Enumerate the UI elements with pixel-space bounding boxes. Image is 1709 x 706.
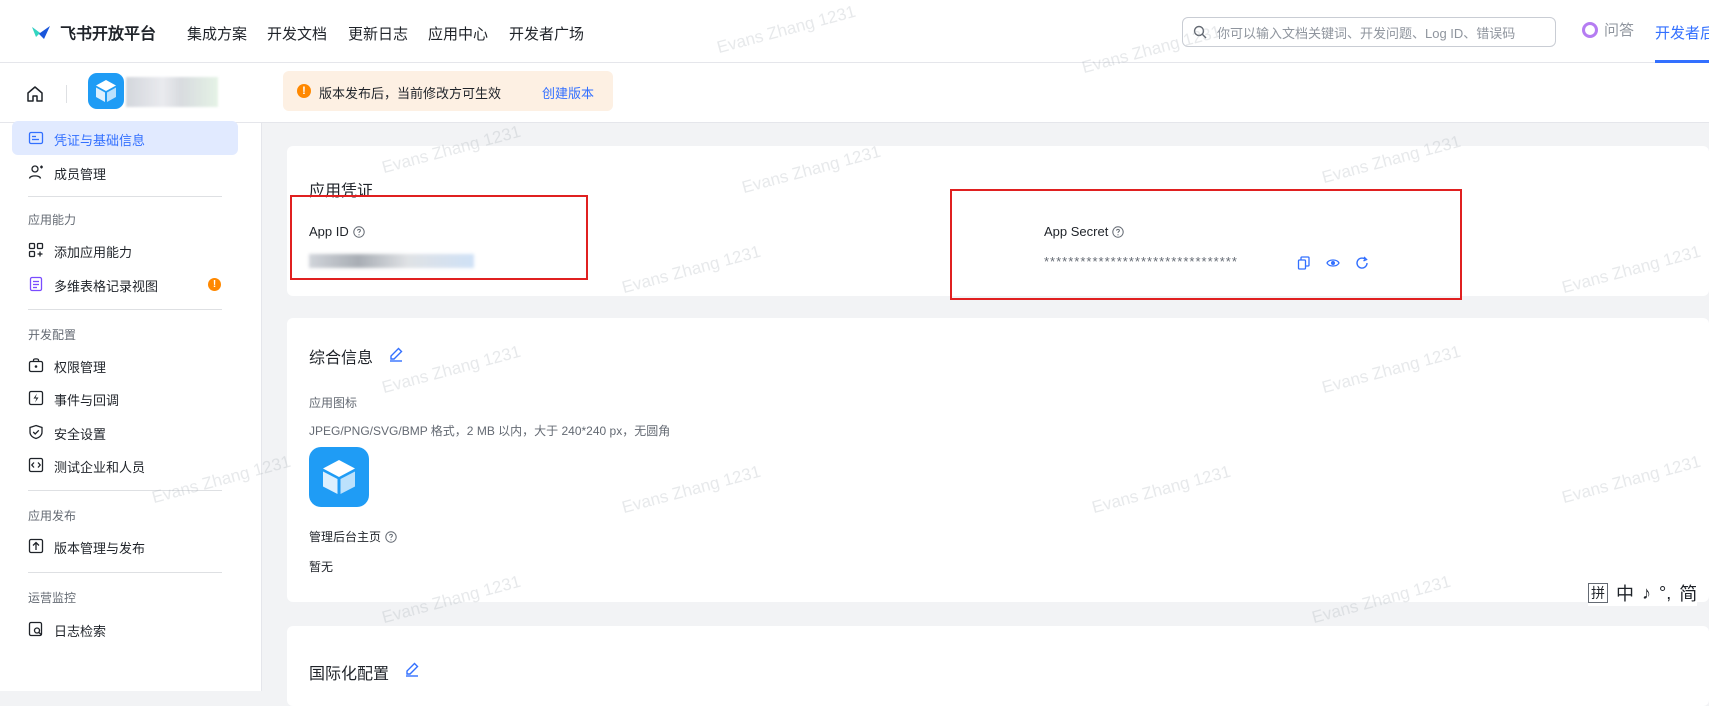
sidebar-item-label: 测试企业和人员: [54, 460, 146, 475]
sidebar-item-add-capability[interactable]: 添加应用能力: [12, 233, 238, 267]
sidebar: 凭证与基础信息 成员管理 应用能力 添加应用能力 多维表格记录视图 ! 开发配置…: [0, 121, 262, 691]
sidebar-group-title: 应用能力: [28, 213, 77, 227]
sidebar-item-credentials[interactable]: 凭证与基础信息: [12, 121, 238, 155]
sidebar-group-title: 应用发布: [28, 509, 77, 523]
sidebar-item-label: 事件与回调: [54, 393, 120, 408]
app-icon-preview[interactable]: [309, 447, 369, 507]
nav-link-integration[interactable]: 集成方案: [187, 23, 247, 44]
dev-backend-tab[interactable]: 开发者后: [1655, 22, 1709, 43]
brand[interactable]: 飞书开放平台: [30, 20, 156, 44]
help-icon[interactable]: [1112, 225, 1125, 238]
sidebar-item-label: 安全设置: [54, 427, 107, 442]
sidebar-item-permissions[interactable]: 权限管理: [12, 348, 238, 382]
eye-icon[interactable]: [1326, 256, 1340, 270]
top-navbar: 飞书开放平台 集成方案 开发文档 更新日志 应用中心 开发者广场 问答 开发者后: [0, 0, 1709, 63]
help-icon[interactable]: [353, 225, 365, 238]
sidebar-item-bitable-view[interactable]: 多维表格记录视图 !: [12, 267, 238, 301]
version-notice: ! 版本发布后，当前修改方可生效 创建版本: [283, 71, 613, 111]
divider: [28, 196, 222, 197]
app-header: ! 版本发布后，当前修改方可生效 创建版本: [0, 63, 1709, 123]
log-icon: [28, 621, 43, 637]
app-icon-hint: JPEG/PNG/SVG/BMP 格式，2 MB 以内，大于 240*240 p…: [309, 424, 671, 438]
edit-icon[interactable]: [388, 346, 404, 362]
info-title: 综合信息: [309, 350, 374, 367]
ask-label: 问答: [1604, 22, 1635, 39]
sidebar-item-label: 添加应用能力: [54, 245, 133, 260]
warning-icon: !: [297, 84, 311, 98]
admin-home-label: 管理后台主页: [309, 528, 397, 545]
brand-name: 飞书开放平台: [60, 26, 157, 43]
sidebar-item-label: 日志检索: [54, 624, 107, 639]
code-icon: [28, 457, 44, 473]
ime-half-width-icon[interactable]: ♪: [1642, 583, 1651, 604]
permission-icon: [28, 358, 44, 373]
nav-link-dev-square[interactable]: 开发者广场: [509, 23, 584, 44]
upload-icon: [28, 538, 44, 554]
secret-actions: [1297, 256, 1369, 270]
apps-add-icon: [28, 242, 44, 258]
sidebar-item-label: 多维表格记录视图: [54, 279, 159, 294]
app-secret-masked: ********************************: [1044, 254, 1238, 269]
admin-home-value: 暂无: [309, 560, 334, 574]
search-input[interactable]: [1215, 22, 1549, 44]
ime-punctuation-icon[interactable]: °,: [1659, 583, 1671, 604]
sidebar-item-label: 版本管理与发布: [54, 541, 146, 556]
app-secret-label-text: App Secret: [1044, 224, 1109, 239]
app-name-redacted: [126, 77, 218, 107]
sidebar-item-members[interactable]: 成员管理: [12, 155, 238, 189]
notice-text: 版本发布后，当前修改方可生效: [319, 86, 502, 101]
help-icon[interactable]: [385, 530, 397, 543]
search-icon: [1193, 25, 1207, 39]
home-icon[interactable]: [26, 85, 44, 103]
sidebar-item-label: 凭证与基础信息: [54, 133, 146, 148]
shield-icon: [29, 424, 43, 440]
sidebar-item-label: 成员管理: [54, 167, 107, 182]
alert-badge: !: [208, 278, 221, 291]
feishu-logo-icon: [32, 26, 50, 39]
divider: [28, 572, 222, 573]
sidebar-item-security[interactable]: 安全设置: [12, 415, 238, 449]
app-logo-icon: [88, 73, 124, 109]
refresh-icon[interactable]: [1355, 256, 1369, 270]
app-id-value-redacted: [309, 254, 474, 268]
i18n-card: 国际化配置: [287, 626, 1709, 706]
app-id-label: App ID: [309, 224, 365, 239]
i18n-title: 国际化配置: [309, 666, 390, 683]
app-icon-label: 应用图标: [309, 396, 358, 410]
ime-toolbar[interactable]: 拼 中 ♪ °, 简: [1588, 580, 1698, 606]
sidebar-group-title: 开发配置: [28, 328, 77, 342]
sidebar-group-title: 运营监控: [28, 591, 77, 605]
ai-assistant-icon: [1582, 21, 1598, 38]
credentials-title: 应用凭证: [309, 183, 374, 200]
event-icon: [28, 390, 44, 406]
sidebar-item-events[interactable]: 事件与回调: [12, 381, 238, 415]
nav-link-app-center[interactable]: 应用中心: [428, 23, 488, 44]
sidebar-item-log-search[interactable]: 日志检索: [12, 612, 238, 646]
divider: [66, 85, 67, 103]
divider: [28, 309, 222, 310]
admin-home-label-text: 管理后台主页: [309, 530, 382, 544]
sidebar-item-label: 权限管理: [54, 360, 107, 375]
ime-simplified-mode[interactable]: 简: [1679, 580, 1697, 606]
app-secret-label: App Secret: [1044, 224, 1125, 239]
table-view-icon: [29, 276, 43, 292]
copy-icon[interactable]: [1297, 256, 1311, 270]
member-icon: [28, 165, 43, 179]
ime-chinese-mode[interactable]: 中: [1616, 580, 1634, 606]
ask-button[interactable]: 问答: [1582, 19, 1634, 40]
info-card: 综合信息 应用图标 JPEG/PNG/SVG/BMP 格式，2 MB 以内，大于…: [287, 318, 1709, 602]
search-box[interactable]: [1182, 17, 1556, 47]
nav-link-docs[interactable]: 开发文档: [267, 23, 327, 44]
credentials-card: 应用凭证 App ID App Secret *****************…: [287, 146, 1709, 296]
sidebar-item-versions[interactable]: 版本管理与发布: [12, 529, 238, 563]
divider: [28, 490, 222, 491]
create-version-link[interactable]: 创建版本: [542, 83, 594, 102]
nav-link-changelog[interactable]: 更新日志: [348, 23, 408, 44]
ime-pinyin-icon[interactable]: 拼: [1588, 583, 1608, 603]
edit-icon[interactable]: [404, 661, 420, 677]
sidebar-item-test-tenants[interactable]: 测试企业和人员: [12, 448, 238, 482]
id-card-icon: [28, 131, 44, 145]
app-id-label-text: App ID: [309, 224, 349, 239]
